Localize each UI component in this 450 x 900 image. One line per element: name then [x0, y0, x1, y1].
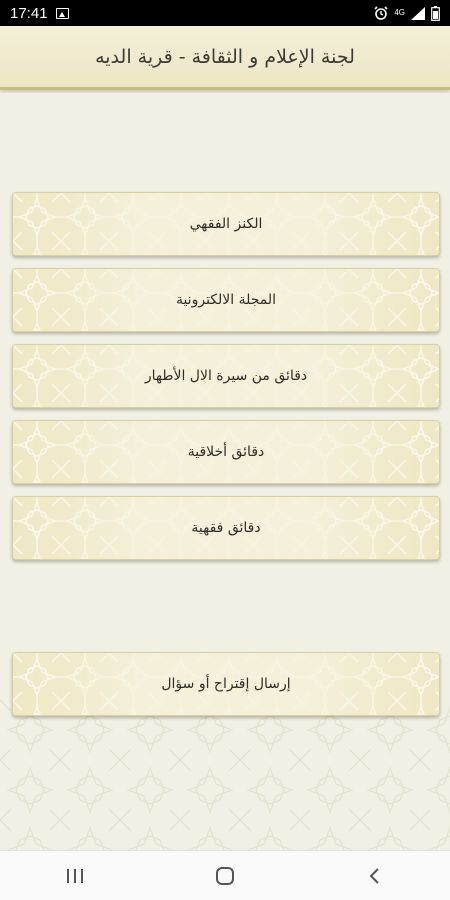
menu-item-label: دقائق من سيرة الال الأطهار: [144, 368, 308, 384]
page-title: لجنة الإعلام و الثقافة - قرية الديه: [95, 45, 355, 68]
app-header: لجنة الإعلام و الثقافة - قرية الديه: [0, 26, 450, 90]
status-right: 4G: [374, 5, 440, 21]
alarm-icon: [374, 6, 388, 20]
back-icon: [369, 867, 379, 884]
back-button[interactable]: [345, 851, 405, 900]
send-suggestion-label: إرسال إقتراح أو سؤال: [161, 676, 291, 692]
system-nav-bar: [0, 850, 450, 900]
lte-icon: 4G: [394, 8, 405, 17]
background-pattern: [0, 700, 450, 850]
battery-icon: [431, 5, 440, 21]
menu-item-ethics-minutes[interactable]: دقائق أخلاقية: [12, 420, 440, 484]
menu-item-label: الكنز الفقهي: [189, 216, 263, 232]
menu-item-label: دقائق أخلاقية: [187, 444, 265, 460]
recent-apps-button[interactable]: [45, 851, 105, 900]
menu-item-e-magazine[interactable]: المجلة الالكترونية: [12, 268, 440, 332]
menu-item-ahl-albayt-biography[interactable]: دقائق من سيرة الال الأطهار: [12, 344, 440, 408]
gallery-icon: [55, 7, 69, 19]
status-time: 17:41: [10, 4, 48, 22]
recent-apps-icon: [67, 868, 83, 883]
send-suggestion-button[interactable]: إرسال إقتراح أو سؤال: [12, 652, 440, 716]
menu-item-fiqh-minutes[interactable]: دقائق فقهية: [12, 496, 440, 560]
status-left: 17:41: [10, 5, 69, 22]
menu-item-label: دقائق فقهية: [191, 520, 261, 536]
status-bar: 17:41 4G: [0, 0, 450, 26]
home-button[interactable]: [195, 851, 255, 900]
signal-icon: [411, 6, 425, 20]
menu-item-label: المجلة الالكترونية: [175, 292, 277, 308]
home-icon: [216, 866, 234, 885]
menu-item-fiqh-treasure[interactable]: الكنز الفقهي: [12, 192, 440, 256]
